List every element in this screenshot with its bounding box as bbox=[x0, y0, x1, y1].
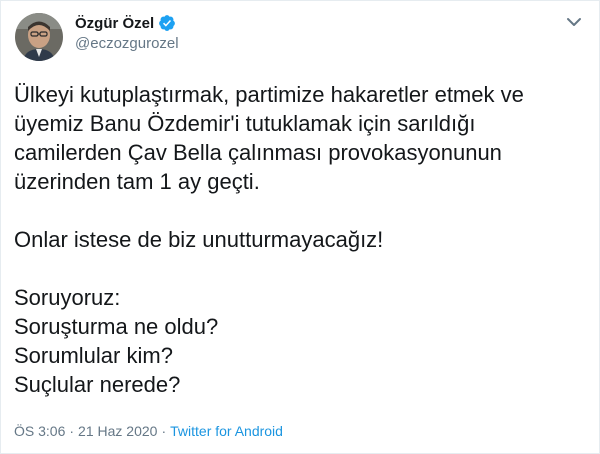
tweet-text-line: Soruyoruz: bbox=[14, 285, 121, 310]
verified-badge-icon bbox=[158, 14, 176, 32]
author-display-name[interactable]: Özgür Özel bbox=[75, 15, 154, 32]
avatar[interactable] bbox=[15, 13, 63, 61]
tweet-text-line: Sorumlular kim? bbox=[14, 343, 173, 368]
meta-separator: · bbox=[161, 423, 167, 439]
tweet-text-line: Soruşturma ne oldu? bbox=[14, 314, 219, 339]
author-block: Özgür Özel @eczozgurozel bbox=[75, 13, 179, 53]
tweet-timestamp-date[interactable]: 21 Haz 2020 bbox=[78, 423, 157, 439]
tweet-text-line: Onlar istese de biz unutturmayacağız! bbox=[14, 227, 384, 252]
tweet-card: Özgür Özel @eczozgurozel Ülkeyi kutuplaş… bbox=[0, 0, 600, 454]
tweet-text-line: camilerden Çav Bella çalınması provokasy… bbox=[14, 140, 502, 165]
tweet-timestamp-time[interactable]: ÖS 3:06 bbox=[14, 423, 65, 439]
tweet-text-line: üzerinden tam 1 ay geçti. bbox=[14, 169, 260, 194]
chevron-down-icon[interactable] bbox=[565, 15, 583, 29]
meta-separator: · bbox=[69, 423, 75, 439]
tweet-text-line: Suçlular nerede? bbox=[14, 372, 181, 397]
tweet-text-line: Ülkeyi kutuplaştırmak, partimize hakaret… bbox=[14, 82, 524, 107]
tweet-source-link[interactable]: Twitter for Android bbox=[170, 423, 283, 439]
tweet-text-line: üyemiz Banu Özdemir'i tutuklamak için sa… bbox=[14, 111, 476, 136]
author-handle[interactable]: @eczozgurozel bbox=[75, 35, 179, 52]
tweet-meta: ÖS 3:06 · 21 Haz 2020 · Twitter for Andr… bbox=[14, 423, 283, 439]
tweet-text: Ülkeyi kutuplaştırmak, partimize hakaret… bbox=[14, 80, 584, 399]
